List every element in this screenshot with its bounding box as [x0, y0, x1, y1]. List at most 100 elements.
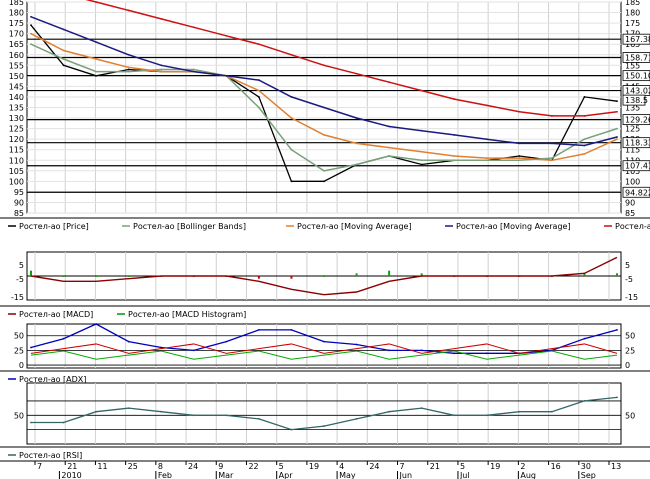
price-data-point [616, 100, 618, 103]
rsi-data-point [257, 417, 260, 420]
y-tick-label-left: 115 [9, 146, 24, 155]
price-data-point [355, 117, 358, 119]
price-data-point [583, 153, 586, 155]
adx-data-point [583, 337, 586, 340]
level-label: 107.41 [625, 162, 650, 171]
y-tick-label-left: 165 [9, 40, 24, 49]
month-label: Aug [520, 471, 536, 479]
y-tick-label-right: 90 [625, 198, 635, 207]
month-label: May [339, 471, 356, 479]
price-data-point [323, 180, 325, 183]
price-data-point [323, 64, 325, 67]
price-data-point [30, 43, 32, 46]
price-data-point [550, 142, 553, 145]
price-data-point [550, 157, 553, 160]
y-tick-label-left: 140 [9, 93, 24, 102]
rsi-data-point [290, 428, 293, 431]
rsi-data-point [323, 425, 325, 427]
adx-data-point [257, 328, 260, 331]
price-data-point [95, 58, 98, 60]
price-data-point [95, 70, 98, 73]
month-label: Mar [218, 471, 234, 479]
rsi-data-point [225, 414, 228, 417]
adx-data-point [62, 337, 65, 340]
rsi-data-point [550, 410, 553, 413]
level-label: 158.71 [625, 53, 650, 62]
adx-data-point [388, 349, 391, 352]
price-data-point [225, 34, 228, 37]
y-tick-label-right: 85 [625, 209, 635, 218]
macd-histogram-bar [127, 276, 130, 277]
price-data-point [127, 70, 130, 73]
y-tick-label-left: 120 [9, 135, 24, 144]
price-data-point [355, 72, 358, 75]
macd-histogram-bar [290, 276, 293, 279]
price-data-point [127, 9, 130, 12]
price-data-point [420, 159, 423, 162]
legend-label: Ростел-ао [Moving Average] [615, 222, 650, 231]
date-tick-label: 7 [400, 462, 405, 471]
macd-histogram-bar [257, 276, 260, 279]
price-data-point [127, 53, 130, 56]
date-tick-label: 2 [520, 462, 525, 471]
adx-y-tick-left: 50 [14, 332, 24, 341]
price-data-point [95, 74, 98, 77]
y-tick-label-right: 125 [625, 125, 640, 134]
price-data-point [257, 79, 260, 81]
y-tick-label-left: 125 [9, 125, 24, 134]
price-data-point [355, 142, 358, 145]
price-data-point [160, 17, 163, 20]
date-tick-label: 21 [430, 462, 440, 471]
price-data-point [485, 138, 488, 141]
price-data-point [550, 159, 553, 162]
adx-data-point [323, 340, 325, 343]
date-tick-label: 24 [369, 462, 379, 471]
date-tick-label: 16 [551, 462, 561, 471]
price-data-point [290, 148, 293, 151]
month-label: 2010 [61, 471, 81, 479]
y-tick-label-right: 175 [625, 19, 640, 28]
price-data-point [485, 104, 488, 107]
price-data-point [323, 169, 325, 172]
y-tick-label-left: 175 [9, 19, 24, 28]
macd-histogram-bar [323, 276, 325, 277]
month-label: Jul [459, 471, 470, 479]
adx-data-point [192, 349, 195, 352]
price-data-point [453, 155, 456, 157]
price-data-point [583, 144, 586, 147]
price-data-point [62, 58, 65, 60]
price-data-point [518, 155, 521, 157]
y-tick-label-left: 105 [9, 167, 24, 176]
adx-y-tick-right: 25 [625, 346, 635, 355]
price-data-point [518, 142, 521, 145]
price-data-point [388, 81, 391, 84]
y-tick-label-left: 160 [9, 51, 24, 60]
date-tick-label: 25 [128, 462, 138, 471]
price-data-point [583, 115, 586, 117]
level-label: 129.26 [625, 116, 650, 125]
y-tick-label-left: 130 [9, 114, 24, 123]
y-tick-label-left: 100 [9, 177, 24, 186]
adx-data-point [616, 328, 618, 331]
date-tick-label: 19 [309, 462, 319, 471]
price-data-point [616, 110, 618, 113]
date-tick-label: 8 [158, 462, 163, 471]
date-tick-label: 21 [67, 462, 77, 471]
month-label: Jun [399, 471, 413, 479]
level-label: 143.02 [625, 87, 650, 96]
price-data-point [192, 26, 195, 29]
price-data-point [485, 157, 488, 160]
adx-y-tick-right: 50 [625, 332, 635, 341]
rsi-data-point [160, 410, 163, 413]
last-price-label: 138.5 [625, 96, 648, 105]
date-tick-label: 22 [248, 462, 258, 471]
macd-y-tick-left: -15 [11, 293, 24, 302]
level-label: 94.822 [625, 188, 650, 197]
chart-canvas: 8590951001051101151201251301351401451501… [0, 0, 650, 479]
date-tick-label: 5 [279, 462, 284, 471]
price-data-point [160, 68, 163, 71]
price-data-point [453, 134, 456, 136]
price-data-point [62, 28, 65, 31]
adx-data-point [225, 340, 228, 343]
price-data-point [420, 89, 423, 92]
